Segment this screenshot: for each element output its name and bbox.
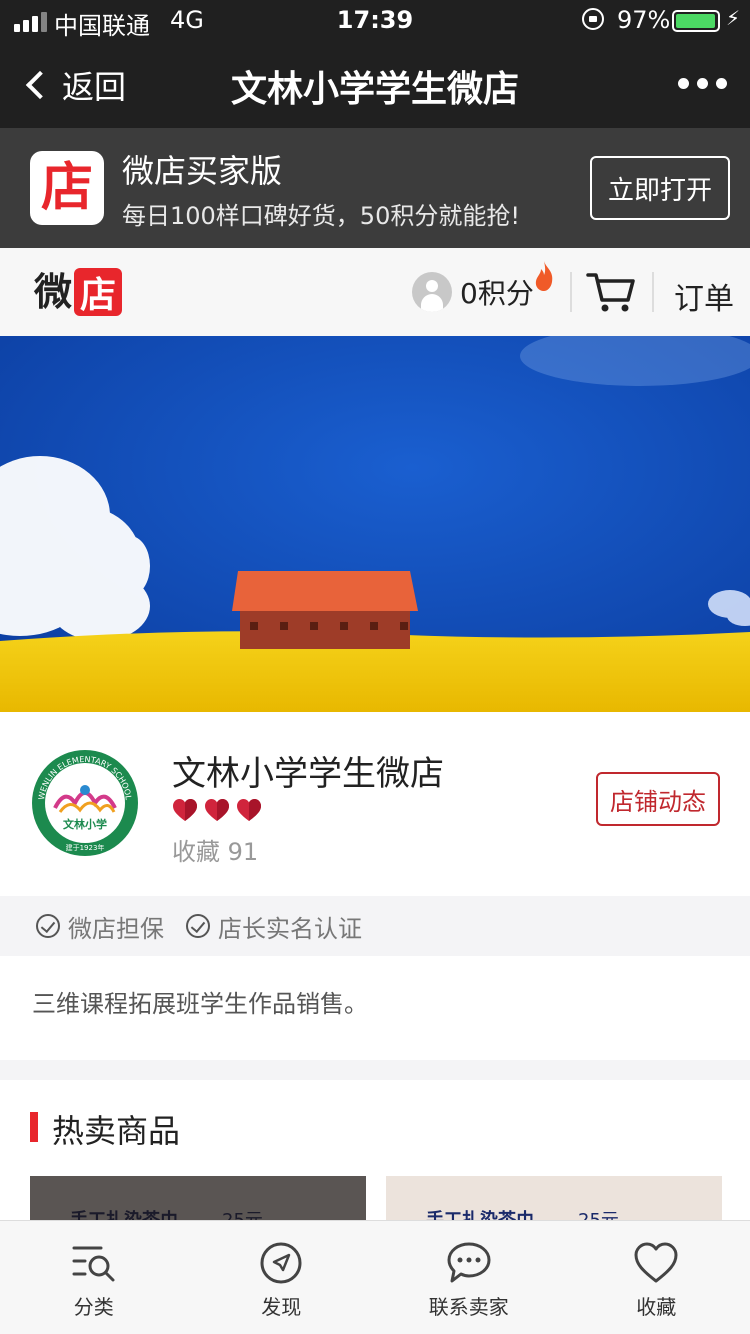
check-circle-icon <box>186 914 210 938</box>
heart-rating-icon <box>237 799 261 821</box>
battery-level-fill <box>676 14 715 28</box>
guarantee-item: 店长实名认证 <box>186 909 362 944</box>
tab-contact-seller[interactable]: 联系卖家 <box>375 1221 563 1334</box>
section-accent-bar <box>30 1112 38 1142</box>
guarantee-label: 店长实名认证 <box>218 914 362 943</box>
shop-info-card: 文林小学 WENLIN ELEMENTARY SCHOOL 建于1923年 文林… <box>0 712 750 896</box>
navigation-bar: 返回 文林小学学生微店 <box>0 40 750 128</box>
category-search-icon <box>72 1246 115 1282</box>
flame-icon <box>535 261 553 291</box>
bottom-tab-bar: 分类 发现 联系卖家 收藏 <box>0 1220 750 1334</box>
chat-bubble-icon <box>447 1242 491 1283</box>
header-divider <box>570 272 572 312</box>
points-button[interactable]: 0积分 <box>412 272 534 312</box>
more-dots-icon[interactable] <box>678 78 727 89</box>
orders-link[interactable]: 订单 <box>674 274 734 318</box>
heart-rating-icon <box>173 799 197 821</box>
shop-guarantees: 微店担保 店长实名认证 <box>0 896 750 956</box>
promo-title: 微店买家版 <box>122 152 283 190</box>
tab-favorites[interactable]: 收藏 <box>563 1221 750 1334</box>
open-app-button[interactable]: 立即打开 <box>590 156 730 220</box>
school-emblem-logo: 文林小学 WENLIN ELEMENTARY SCHOOL 建于1923年 <box>32 750 138 856</box>
favorites-count: 收藏 91 <box>172 838 259 866</box>
landscape-illustration <box>0 336 750 712</box>
promo-subtitle: 每日100样口碑好货，50积分就能抢! <box>122 202 520 230</box>
guarantee-item: 微店担保 <box>36 909 164 944</box>
shop-name: 文林小学学生微店 <box>172 754 444 794</box>
logo-text-wei: 微 <box>34 270 73 314</box>
weidian-logo[interactable]: 微 店 <box>34 268 123 316</box>
shop-dynamics-button[interactable]: 店铺动态 <box>596 772 720 826</box>
app-promo-banner: 店 微店买家版 每日100样口碑好货，50积分就能抢! 立即打开 <box>0 128 750 248</box>
battery-icon <box>672 10 720 32</box>
status-bar: 中国联通 4G 17:39 97% ⚡ <box>0 0 750 40</box>
tab-label: 联系卖家 <box>428 1295 509 1319</box>
tab-label: 发现 <box>261 1295 302 1319</box>
logo-text-dian: 店 <box>74 268 123 316</box>
header-divider <box>652 272 654 312</box>
screen: 中国联通 4G 17:39 97% ⚡ 返回 文林小学学生微店 店 微店买家版 … <box>0 0 750 1334</box>
page-title: 文林小学学生微店 <box>230 69 519 110</box>
rotation-lock-icon <box>582 8 604 30</box>
user-avatar-icon <box>412 272 452 312</box>
shop-header: 微 店 0积分 订单 <box>0 248 750 336</box>
shop-description: 三维课程拓展班学生作品销售。 <box>0 956 750 1060</box>
compass-icon <box>260 1242 302 1284</box>
shop-banner-image <box>0 336 750 712</box>
emblem-founded-text: 建于1923年 <box>66 843 105 852</box>
charging-icon: ⚡ <box>726 6 741 30</box>
points-label: 0积分 <box>460 277 534 310</box>
shop-rating-hearts <box>172 798 262 822</box>
tab-discover[interactable]: 发现 <box>188 1221 376 1334</box>
heart-icon <box>634 1242 678 1283</box>
guarantee-label: 微店担保 <box>68 914 164 943</box>
weidian-app-icon: 店 <box>30 151 104 225</box>
tab-label: 收藏 <box>636 1295 677 1319</box>
section-title: 热卖商品 <box>52 1112 181 1150</box>
battery-percent: 97% <box>617 6 671 34</box>
app-icon-char: 店 <box>40 158 93 218</box>
tab-label: 分类 <box>73 1295 114 1319</box>
tab-category[interactable]: 分类 <box>0 1221 188 1334</box>
check-circle-icon <box>36 914 60 938</box>
cart-icon[interactable] <box>586 270 636 314</box>
emblem-chinese-text: 文林小学 <box>63 817 107 831</box>
heart-rating-icon <box>205 799 229 821</box>
